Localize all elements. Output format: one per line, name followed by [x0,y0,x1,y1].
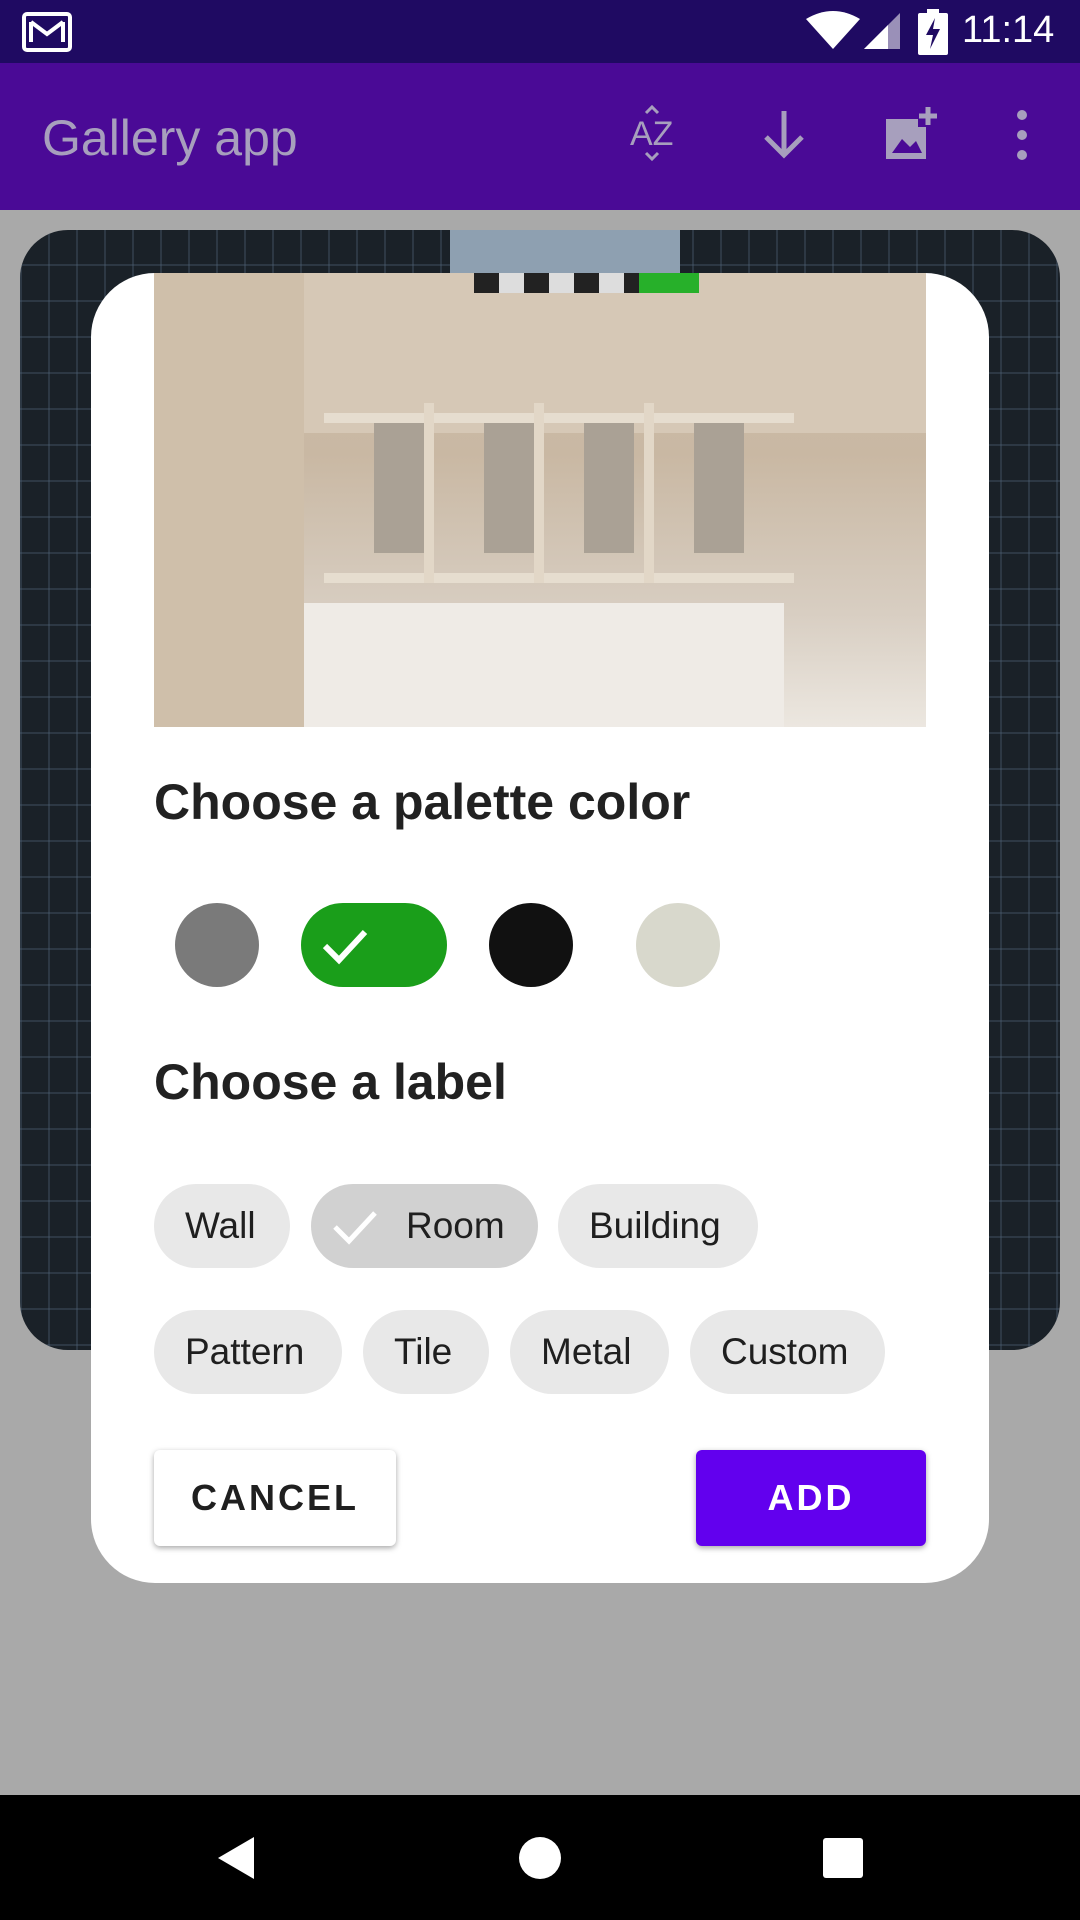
label-title: Choose a label [154,1054,507,1110]
chip-label: Custom [721,1331,849,1372]
chip-label: Pattern [185,1331,305,1372]
chip-label: Wall [185,1205,256,1246]
add-label-dialog: Choose a palette color Choose a label Wa… [91,273,989,1583]
chip-tile[interactable]: Tile [363,1310,489,1394]
add-photo-icon[interactable] [880,105,940,165]
back-icon[interactable] [212,1833,262,1883]
battery-charging-icon [918,9,948,55]
chip-room[interactable]: Room [311,1184,538,1268]
gmail-icon [22,12,72,52]
signal-icon [864,13,900,49]
palette-swatch-green[interactable] [301,903,447,987]
photo-books [374,423,424,553]
cancel-button[interactable]: CANCEL [154,1450,396,1546]
photo-checker [474,273,639,293]
photo-shelf-post [534,403,544,583]
chip-label: Tile [394,1331,453,1372]
photo-shelf-post [424,403,434,583]
palette-swatch-black[interactable] [489,903,573,987]
chip-metal[interactable]: Metal [510,1310,669,1394]
recents-icon[interactable] [818,1833,868,1883]
photo-shelf [324,413,794,423]
more-vert-icon[interactable] [992,105,1052,165]
photo-shelf [324,573,794,583]
photo-books [484,423,534,553]
chip-custom[interactable]: Custom [690,1310,885,1394]
home-icon[interactable] [515,1833,565,1883]
wifi-icon [806,11,860,49]
download-icon[interactable] [754,105,814,165]
chip-wall[interactable]: Wall [154,1184,290,1268]
photo-green-tag [639,273,699,293]
chip-building[interactable]: Building [558,1184,758,1268]
add-button[interactable]: ADD [696,1450,926,1546]
photo-window [304,603,784,727]
photo-books [694,423,744,553]
palette-title: Choose a palette color [154,774,691,830]
chip-pattern[interactable]: Pattern [154,1310,342,1394]
check-icon [333,1211,377,1245]
check-icon [322,929,368,965]
app-title: Gallery app [42,110,298,166]
chip-label: Room [406,1205,505,1246]
svg-text:AZ: AZ [630,115,673,153]
preview-image [154,273,926,727]
status-bar: 11:14 [0,0,1080,63]
chip-label: Metal [541,1331,632,1372]
palette-swatch-gray[interactable] [175,903,259,987]
palette-swatch-beige[interactable] [636,903,720,987]
photo-books [584,423,634,553]
status-time: 11:14 [962,9,1055,51]
navigation-bar [0,1795,1080,1920]
photo-wall [154,273,304,727]
sort-az-icon[interactable]: AZ [628,105,688,165]
chip-label: Building [589,1205,721,1246]
app-bar: Gallery app AZ [0,63,1080,210]
photo-shelf-post [644,403,654,583]
